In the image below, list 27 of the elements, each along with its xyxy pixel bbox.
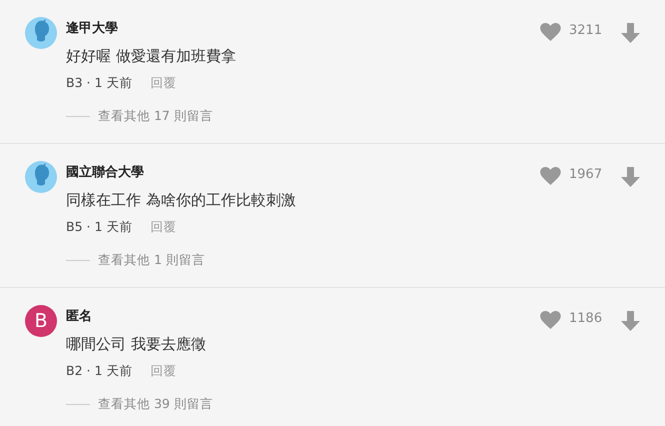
author-name: 逢甲大學 — [66, 21, 119, 37]
more-replies-link[interactable]: 查看其他 1 則留言 — [98, 252, 205, 268]
reply-link[interactable]: 回覆 — [150, 363, 176, 379]
comment-text: 哪間公司 我要去應徵 — [66, 334, 207, 354]
down-arrow-icon[interactable] — [621, 311, 640, 331]
floor-time: B3 · 1 天前 — [66, 75, 132, 91]
avatar: B — [25, 305, 57, 337]
like-count: 3211 — [569, 23, 604, 39]
floor-time: B5 · 1 天前 — [66, 219, 132, 235]
heart-icon[interactable] — [540, 23, 561, 41]
comment-text: 好好喔 做愛還有加班費拿 — [66, 46, 237, 66]
avatar-icon — [25, 161, 57, 193]
more-replies-link[interactable]: 查看其他 17 則留言 — [98, 108, 213, 124]
reply-link[interactable]: 回覆 — [150, 219, 176, 235]
author-name: 匿名 — [66, 309, 93, 325]
author-name: 國立聯合大學 — [66, 165, 145, 181]
like-count: 1967 — [569, 167, 604, 183]
heart-icon[interactable] — [540, 311, 561, 329]
more-replies-link[interactable]: 查看其他 39 則留言 — [98, 396, 213, 412]
avatar-icon — [25, 17, 57, 49]
down-arrow-icon[interactable] — [621, 167, 640, 187]
like-count: 1186 — [569, 311, 604, 327]
down-arrow-icon[interactable] — [621, 23, 640, 43]
floor-time: B2 · 1 天前 — [66, 363, 132, 379]
heart-icon[interactable] — [540, 167, 561, 185]
reply-link[interactable]: 回覆 — [150, 75, 176, 91]
comment-text: 同樣在工作 為啥你的工作比較刺激 — [66, 190, 297, 210]
